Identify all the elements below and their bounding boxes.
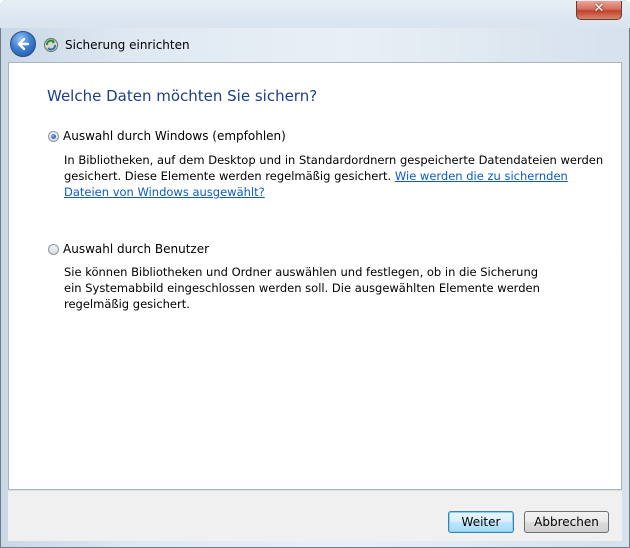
radio-selected-dot: [51, 134, 56, 139]
close-icon: ✕: [593, 1, 605, 16]
option-windows-label[interactable]: Auswahl durch Windows (empfohlen): [63, 129, 286, 143]
navigation-bar: Sicherung einrichten: [0, 28, 630, 62]
radio-windows-choice[interactable]: [48, 131, 59, 142]
option-user-label[interactable]: Auswahl durch Benutzer: [63, 242, 209, 256]
title-bar: [0, 0, 630, 28]
radio-user-choice[interactable]: [48, 244, 59, 255]
page-title: Welche Daten möchten Sie sichern?: [47, 87, 318, 105]
window-title: Sicherung einrichten: [65, 38, 190, 52]
close-button[interactable]: ✕: [576, 1, 622, 20]
backup-icon: [44, 38, 58, 52]
back-arrow-icon: [17, 37, 30, 51]
option-user-description: Sie können Bibliotheken und Ordner auswä…: [64, 265, 540, 311]
next-button[interactable]: Weiter: [448, 511, 514, 533]
cancel-button[interactable]: Abbrechen: [524, 511, 609, 533]
content-panel: Welche Daten möchten Sie sichern? Auswah…: [8, 62, 622, 490]
option-windows-description: In Bibliotheken, auf dem Desktop und in …: [64, 152, 604, 200]
button-bar: Weiter Abbrechen: [8, 490, 622, 541]
back-button[interactable]: [10, 31, 36, 57]
